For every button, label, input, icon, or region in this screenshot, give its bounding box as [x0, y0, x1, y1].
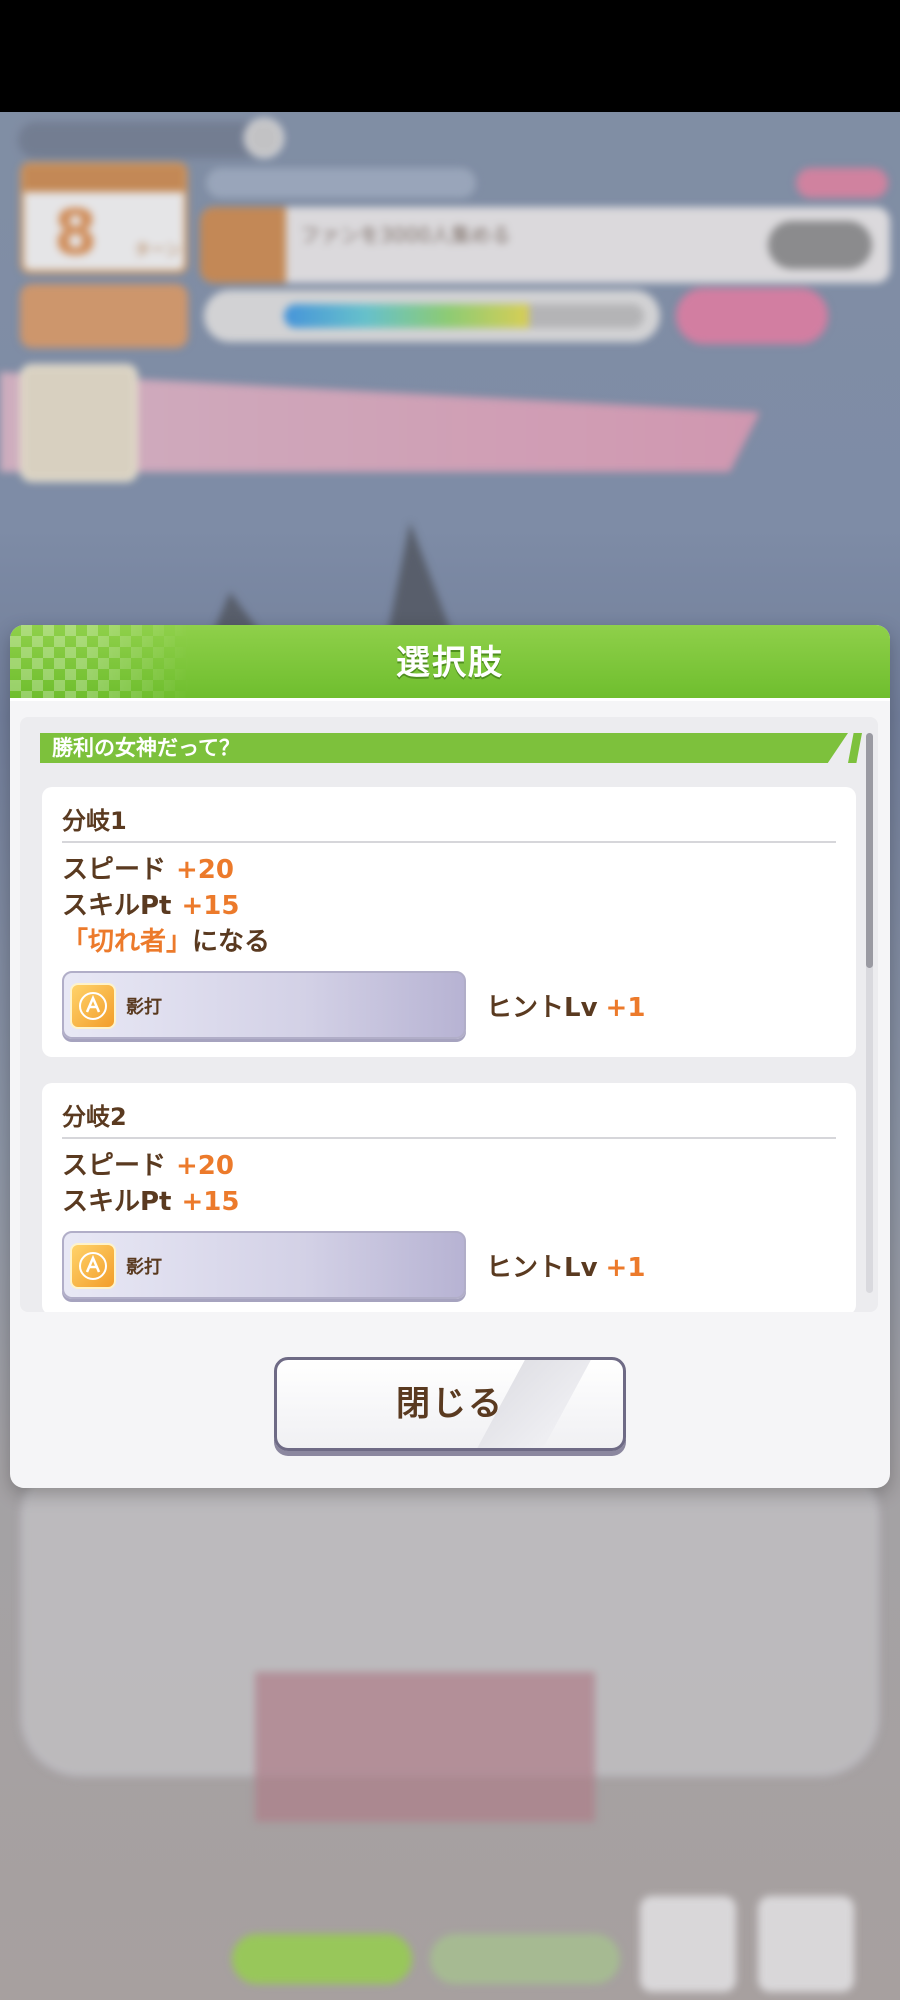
hint-label: ヒントLv: [486, 1253, 598, 1283]
effect-label: スキルPt: [62, 891, 172, 921]
skill-chip[interactable]: 影打: [62, 971, 466, 1039]
dialog-header: 選択肢: [10, 625, 890, 701]
hint-level: ヒントLv +1: [486, 987, 645, 1024]
close-button-label: 閉じる: [396, 1384, 504, 1424]
skill-chip[interactable]: 影打: [62, 1231, 466, 1299]
hint-value: +1: [605, 1253, 646, 1283]
skill-name: 影打: [126, 997, 162, 1018]
status-bar-black: [0, 0, 900, 112]
skill-symbol-icon: [79, 1252, 107, 1280]
status-name: 「切れ者」: [62, 927, 193, 957]
effect-speed: スピード +20: [62, 849, 234, 886]
event-title: 勝利の女神だって？: [52, 736, 240, 760]
divider: [62, 1137, 836, 1139]
choice-title: 分岐1: [62, 807, 127, 835]
effect-skill-pt: スキルPt +15: [62, 1181, 239, 1218]
dialog-title: 選択肢: [396, 643, 504, 683]
hint-label: ヒントLv: [486, 993, 598, 1023]
effect-value: +20: [176, 1151, 234, 1181]
choices-dialog: 選択肢 勝利の女神だって？ 分岐1 スピード +20 スキルPt +15 「切れ者」…: [10, 625, 890, 1488]
hint-value: +1: [605, 993, 646, 1023]
effect-speed: スピード +20: [62, 1145, 234, 1182]
skill-gold-icon: [70, 1243, 116, 1289]
effect-status: 「切れ者」になる: [62, 921, 270, 958]
effect-label: スピード: [62, 1151, 167, 1181]
effect-skill-pt: スキルPt +15: [62, 885, 239, 922]
scrollbar-thumb[interactable]: [866, 733, 873, 968]
choice-title: 分岐2: [62, 1103, 127, 1131]
status-suffix: になる: [192, 927, 271, 957]
effect-label: スキルPt: [62, 1187, 172, 1217]
effect-value: +20: [176, 855, 234, 885]
skill-symbol-icon: [79, 992, 107, 1020]
divider: [62, 841, 836, 843]
effect-value: +15: [181, 1187, 240, 1217]
close-button[interactable]: 閉じる: [274, 1357, 626, 1451]
skill-gold-icon: [70, 983, 116, 1029]
effect-value: +15: [181, 891, 240, 921]
skill-name: 影打: [126, 1257, 162, 1278]
effect-label: スピード: [62, 855, 167, 885]
choice-card-2[interactable]: 分岐2 スピード +20 スキルPt +15 影打 ヒントLv +1: [42, 1083, 856, 1315]
choice-card-1[interactable]: 分岐1 スピード +20 スキルPt +15 「切れ者」になる 影打 ヒントLv +1: [42, 787, 856, 1057]
hint-level: ヒントLv +1: [486, 1247, 645, 1284]
